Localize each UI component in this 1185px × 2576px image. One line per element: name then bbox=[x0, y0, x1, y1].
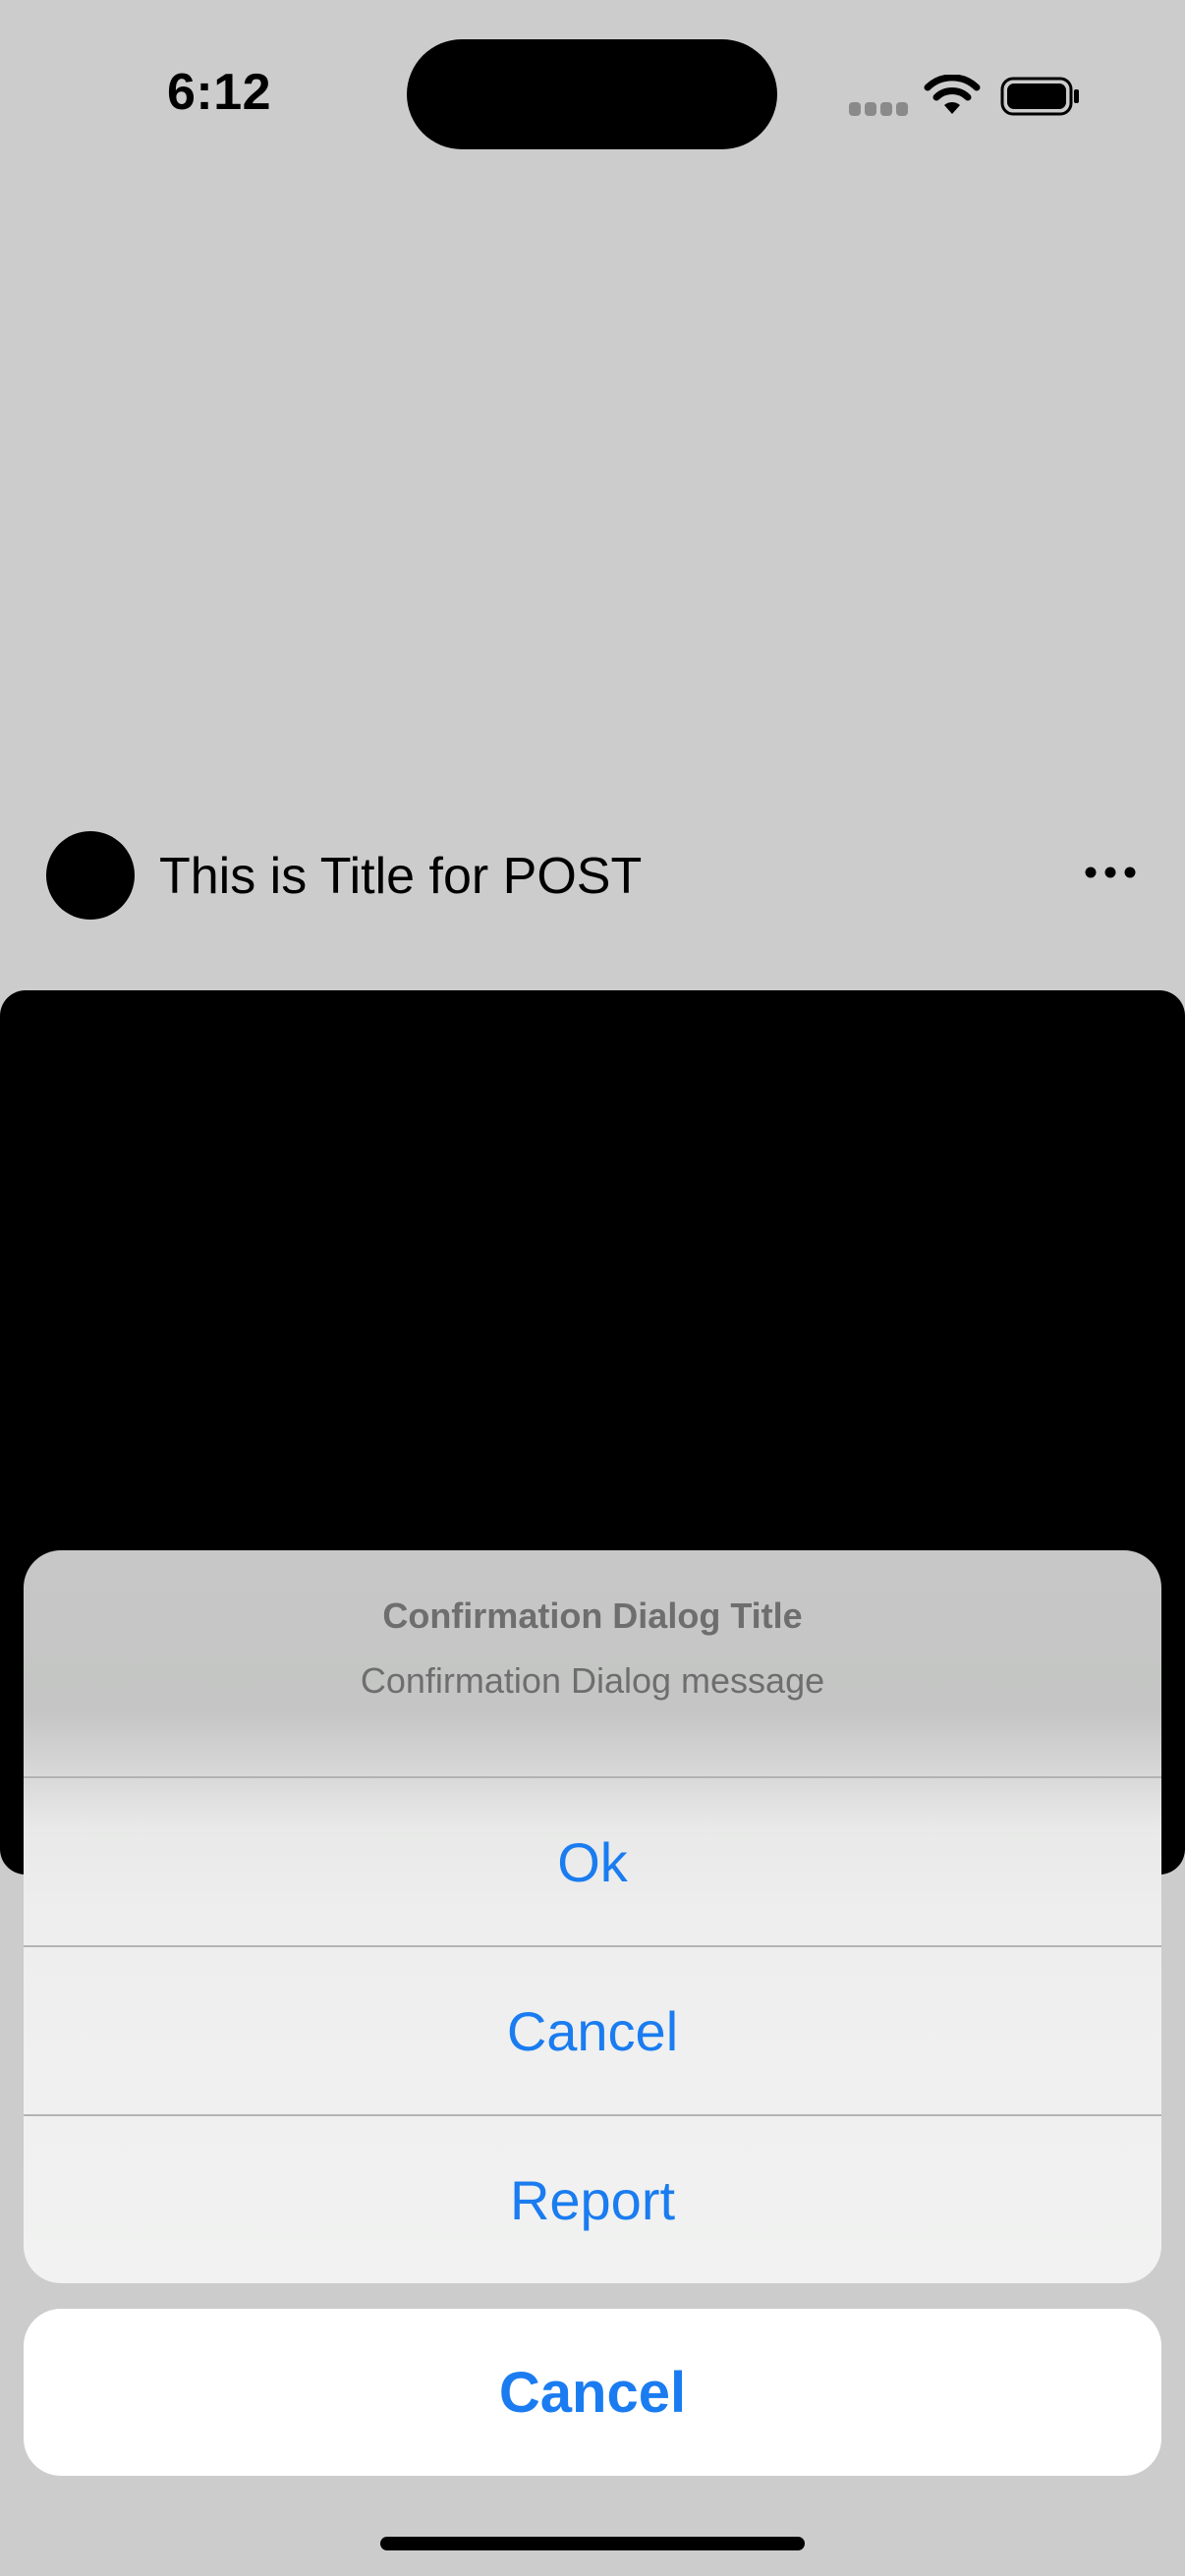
battery-icon bbox=[1000, 77, 1079, 116]
avatar[interactable] bbox=[46, 831, 135, 920]
ok-button[interactable]: Ok bbox=[24, 1778, 1161, 1945]
wifi-icon bbox=[924, 75, 981, 114]
confirmation-dialog: Confirmation Dialog Title Confirmation D… bbox=[24, 1550, 1161, 2283]
dynamic-island bbox=[407, 39, 777, 149]
post-title: This is Title for POST bbox=[159, 848, 643, 905]
dialog-message: Confirmation Dialog message bbox=[360, 1660, 825, 1701]
dialog-title: Confirmation Dialog Title bbox=[382, 1596, 803, 1636]
cancel-button[interactable]: Cancel bbox=[24, 2309, 1161, 2476]
post-header: This is Title for POST bbox=[0, 825, 1185, 924]
cancel-action-button[interactable]: Cancel bbox=[24, 1947, 1161, 2114]
home-indicator[interactable] bbox=[380, 2537, 805, 2550]
more-options-icon[interactable] bbox=[1081, 853, 1140, 892]
status-time: 6:12 bbox=[167, 64, 272, 121]
report-button[interactable]: Report bbox=[24, 2116, 1161, 2283]
cellular-signal-icon bbox=[849, 102, 908, 116]
